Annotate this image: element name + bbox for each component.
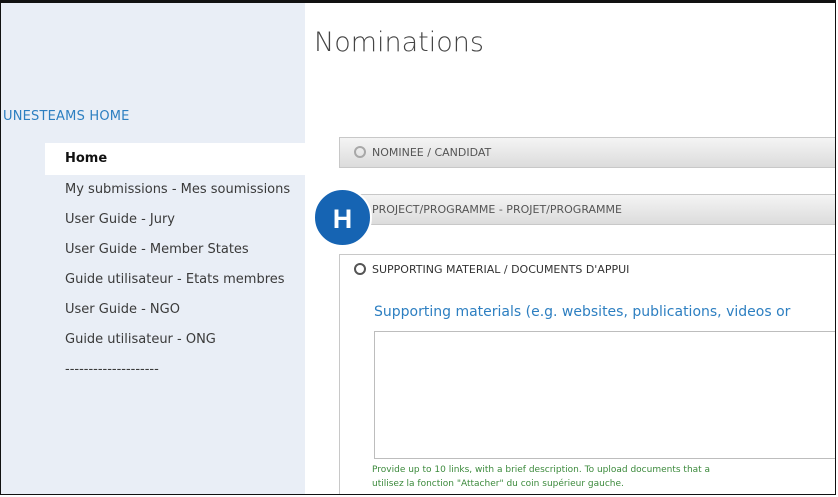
step-badge: H xyxy=(313,188,372,247)
sidebar-item-user-guide-member-states[interactable]: User Guide - Member States xyxy=(45,235,305,265)
section-supporting-material[interactable]: SUPPORTING MATERIAL / DOCUMENTS D'APPUI xyxy=(339,254,835,285)
page-title: Nominations xyxy=(314,27,484,58)
section-project[interactable]: PROJECT/PROGRAMME - PROJET/PROGRAMME xyxy=(339,194,835,225)
app-frame: UNESTEAMS HOME Home My submissions - Mes… xyxy=(0,0,836,495)
sidebar-item-user-guide-jury[interactable]: User Guide - Jury xyxy=(45,205,305,235)
help-text-line: Provide up to 10 links, with a brief des… xyxy=(372,465,711,475)
sidebar-item-user-guide-ngo[interactable]: User Guide - NGO xyxy=(45,295,305,325)
supporting-materials-textarea[interactable] xyxy=(374,331,835,459)
sidebar: UNESTEAMS HOME Home My submissions - Mes… xyxy=(1,3,305,494)
sidebar-item-guide-ong[interactable]: Guide utilisateur - ONG xyxy=(45,325,305,355)
collapse-toggle-icon xyxy=(354,146,366,158)
section-nominee[interactable]: NOMINEE / CANDIDAT xyxy=(339,137,835,168)
supporting-materials-label: Supporting materials (e.g. websites, pub… xyxy=(374,304,791,320)
sidebar-item-home[interactable]: Home xyxy=(45,143,305,175)
help-text-line: utilisez la fonction "Attacher" du coin … xyxy=(372,479,624,489)
section-label: NOMINEE / CANDIDAT xyxy=(372,146,492,159)
collapse-toggle-icon xyxy=(354,263,366,275)
sidebar-item-guide-etats-membres[interactable]: Guide utilisateur - Etats membres xyxy=(45,265,305,295)
sidebar-separator: -------------------- xyxy=(65,362,159,377)
sidebar-item-my-submissions[interactable]: My submissions - Mes soumissions xyxy=(45,175,305,205)
sidebar-nav: Home My submissions - Mes soumissions Us… xyxy=(45,143,305,385)
help-text: Provide up to 10 links, with a brief des… xyxy=(372,463,835,491)
sidebar-header-link[interactable]: UNESTEAMS HOME xyxy=(3,109,130,124)
section-label: SUPPORTING MATERIAL / DOCUMENTS D'APPUI xyxy=(372,263,630,276)
section-label: PROJECT/PROGRAMME - PROJET/PROGRAMME xyxy=(372,203,622,216)
